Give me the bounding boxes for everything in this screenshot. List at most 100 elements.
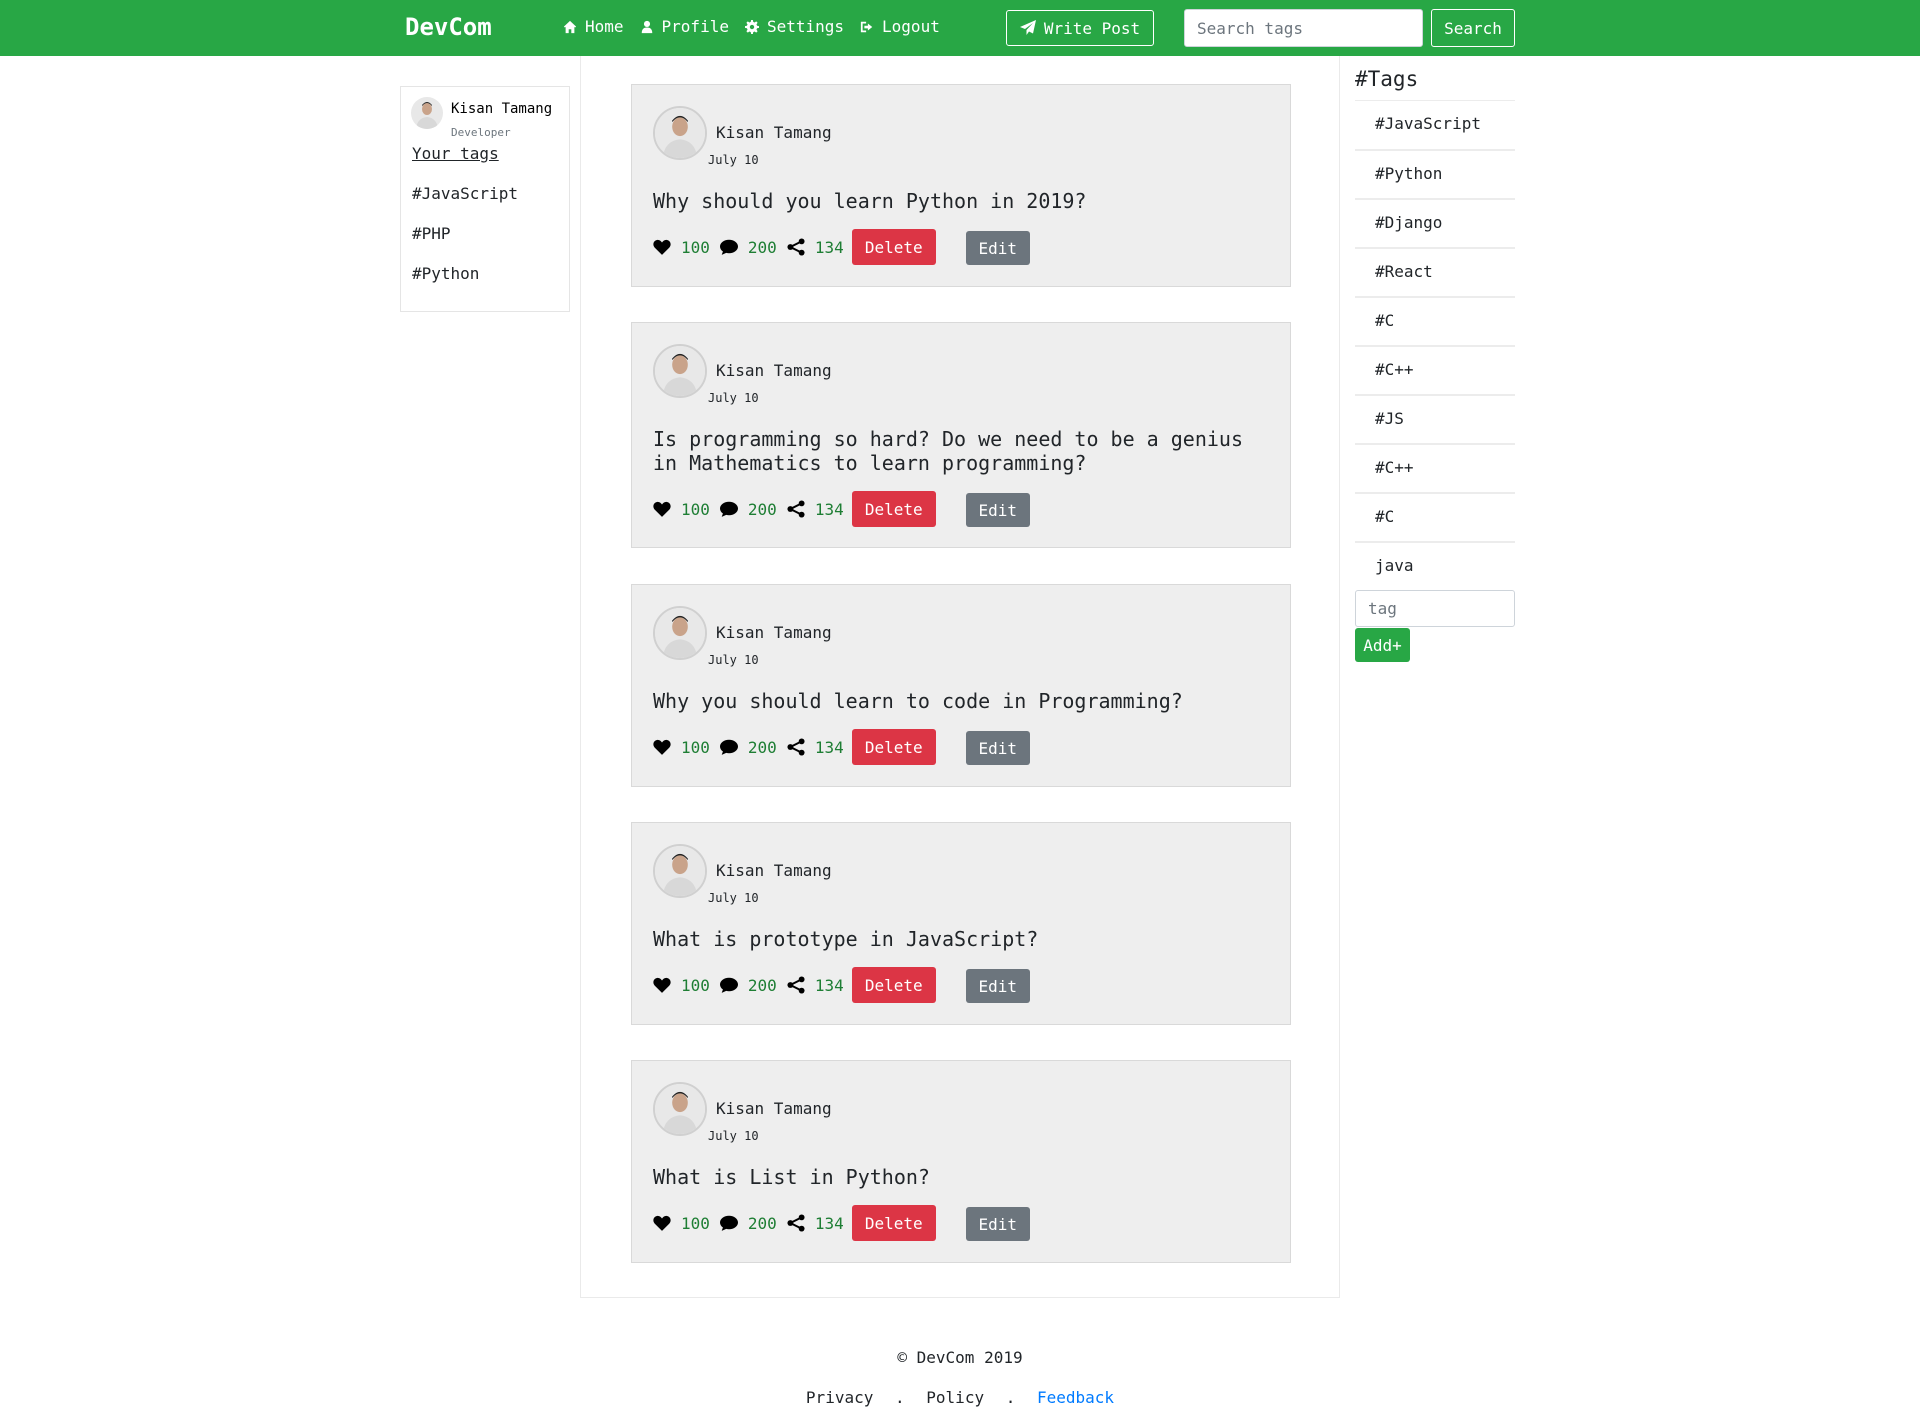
share-icon[interactable] xyxy=(787,238,805,256)
heart-icon[interactable] xyxy=(653,976,671,994)
shares-count: 134 xyxy=(814,1213,844,1233)
footer-policy-link[interactable]: Policy xyxy=(926,1388,984,1407)
likes-count: 100 xyxy=(681,737,710,757)
write-post-label: Write Post xyxy=(1043,18,1141,38)
nav-links: Home Profile Settings Logout xyxy=(563,17,956,36)
edit-button[interactable]: Edit xyxy=(965,231,1030,265)
comment-icon[interactable] xyxy=(719,238,738,256)
post-date: July 10 xyxy=(708,653,759,667)
write-post-button[interactable]: Write Post xyxy=(1006,10,1154,46)
footer-privacy-link[interactable]: Privacy xyxy=(806,1388,873,1407)
delete-button[interactable]: Delete xyxy=(851,729,936,765)
tag-item-django[interactable]: #Django xyxy=(1355,198,1515,247)
profile-tag-python[interactable]: #Python xyxy=(412,264,479,283)
post-date: July 10 xyxy=(708,391,759,405)
post-title[interactable]: Why should you learn Python in 2019? xyxy=(653,189,1273,213)
post-avatar[interactable] xyxy=(653,606,707,660)
avatar-image xyxy=(655,1084,705,1134)
likes-count: 100 xyxy=(681,237,710,257)
comment-icon[interactable] xyxy=(719,500,738,518)
add-tag-button[interactable]: Add+ xyxy=(1355,628,1410,662)
tag-item-cpp[interactable]: #C++ xyxy=(1355,443,1515,492)
comments-count: 200 xyxy=(747,975,777,995)
comments-count: 200 xyxy=(747,737,777,757)
post-author[interactable]: Kisan Tamang xyxy=(716,861,832,880)
footer-copyright: © DevCom 2019 xyxy=(897,1348,1023,1367)
footer-separator: . xyxy=(1005,1388,1016,1407)
edit-button[interactable]: Edit xyxy=(965,731,1030,765)
nav-logout[interactable]: Logout xyxy=(860,17,940,36)
comment-icon[interactable] xyxy=(719,1214,738,1232)
profile-tag-php[interactable]: #PHP xyxy=(412,224,451,243)
comments-count: 200 xyxy=(747,237,777,257)
tag-item-python[interactable]: #Python xyxy=(1355,149,1515,198)
post-avatar[interactable] xyxy=(653,344,707,398)
search-input[interactable] xyxy=(1184,9,1423,47)
post-author[interactable]: Kisan Tamang xyxy=(716,361,832,380)
comments-count: 200 xyxy=(747,499,777,519)
nav-settings[interactable]: Settings xyxy=(744,17,844,36)
edit-button[interactable]: Edit xyxy=(965,493,1030,527)
shares-count: 134 xyxy=(814,975,844,995)
brand-logo[interactable]: DevCom xyxy=(405,13,492,41)
avatar[interactable] xyxy=(411,97,443,129)
profile-name: Kisan Tamang xyxy=(451,101,553,117)
tag-item-cpp[interactable]: #C++ xyxy=(1355,345,1515,394)
avatar-image xyxy=(655,846,705,896)
tag-item-javascript[interactable]: #JavaScript xyxy=(1355,100,1515,149)
share-icon[interactable] xyxy=(787,738,805,756)
tag-input[interactable] xyxy=(1355,590,1515,627)
delete-button[interactable]: Delete xyxy=(851,229,936,265)
search-button[interactable]: Search xyxy=(1431,9,1515,47)
edit-button[interactable]: Edit xyxy=(965,969,1030,1003)
post-author[interactable]: Kisan Tamang xyxy=(716,623,832,642)
tag-item-c[interactable]: #C xyxy=(1355,492,1515,541)
nav-home-label: Home xyxy=(585,17,624,36)
post-author[interactable]: Kisan Tamang xyxy=(716,1099,832,1118)
delete-button[interactable]: Delete xyxy=(851,1205,936,1241)
shares-count: 134 xyxy=(814,737,844,757)
post-feed: Kisan Tamang July 10 Why should you lear… xyxy=(580,56,1340,1298)
your-tags-link[interactable]: Your tags xyxy=(412,144,499,163)
share-icon[interactable] xyxy=(787,500,805,518)
tag-item-java[interactable]: java xyxy=(1355,541,1515,590)
post-title[interactable]: Why you should learn to code in Programm… xyxy=(653,689,1273,713)
heart-icon[interactable] xyxy=(653,500,671,518)
tag-item-c[interactable]: #C xyxy=(1355,296,1515,345)
post-avatar[interactable] xyxy=(653,106,707,160)
profile-tag-javascript[interactable]: #JavaScript xyxy=(412,184,518,203)
post-title[interactable]: Is programming so hard? Do we need to be… xyxy=(653,427,1273,475)
tag-item-js[interactable]: #JS xyxy=(1355,394,1515,443)
post-title[interactable]: What is List in Python? xyxy=(653,1165,1273,1189)
likes-count: 100 xyxy=(681,1213,710,1233)
comment-icon[interactable] xyxy=(719,738,738,756)
gear-icon xyxy=(744,19,759,34)
avatar-image xyxy=(655,608,705,658)
post-date: July 10 xyxy=(708,153,759,167)
delete-button[interactable]: Delete xyxy=(851,967,936,1003)
post-card: Kisan Tamang July 10 What is List in Pyt… xyxy=(631,1060,1291,1263)
heart-icon[interactable] xyxy=(653,738,671,756)
post-card: Kisan Tamang July 10 Why you should lear… xyxy=(631,584,1291,787)
post-avatar[interactable] xyxy=(653,1082,707,1136)
comment-icon[interactable] xyxy=(719,976,738,994)
heart-icon[interactable] xyxy=(653,238,671,256)
likes-count: 100 xyxy=(681,499,710,519)
share-icon[interactable] xyxy=(787,976,805,994)
edit-button[interactable]: Edit xyxy=(965,1207,1030,1241)
post-actions: 100 200 134 Delete Edit xyxy=(653,729,1030,765)
avatar-image xyxy=(655,346,705,396)
post-author[interactable]: Kisan Tamang xyxy=(716,123,832,142)
nav-profile-label: Profile xyxy=(661,17,729,36)
post-avatar[interactable] xyxy=(653,844,707,898)
paper-plane-icon xyxy=(1019,20,1036,35)
post-title[interactable]: What is prototype in JavaScript? xyxy=(653,927,1273,951)
nav-home[interactable]: Home xyxy=(563,17,624,36)
tags-panel-title: #Tags xyxy=(1355,67,1419,91)
heart-icon[interactable] xyxy=(653,1214,671,1232)
share-icon[interactable] xyxy=(787,1214,805,1232)
footer-feedback-link[interactable]: Feedback xyxy=(1037,1388,1114,1407)
delete-button[interactable]: Delete xyxy=(851,491,936,527)
tag-item-react[interactable]: #React xyxy=(1355,247,1515,296)
nav-profile[interactable]: Profile xyxy=(640,17,729,36)
